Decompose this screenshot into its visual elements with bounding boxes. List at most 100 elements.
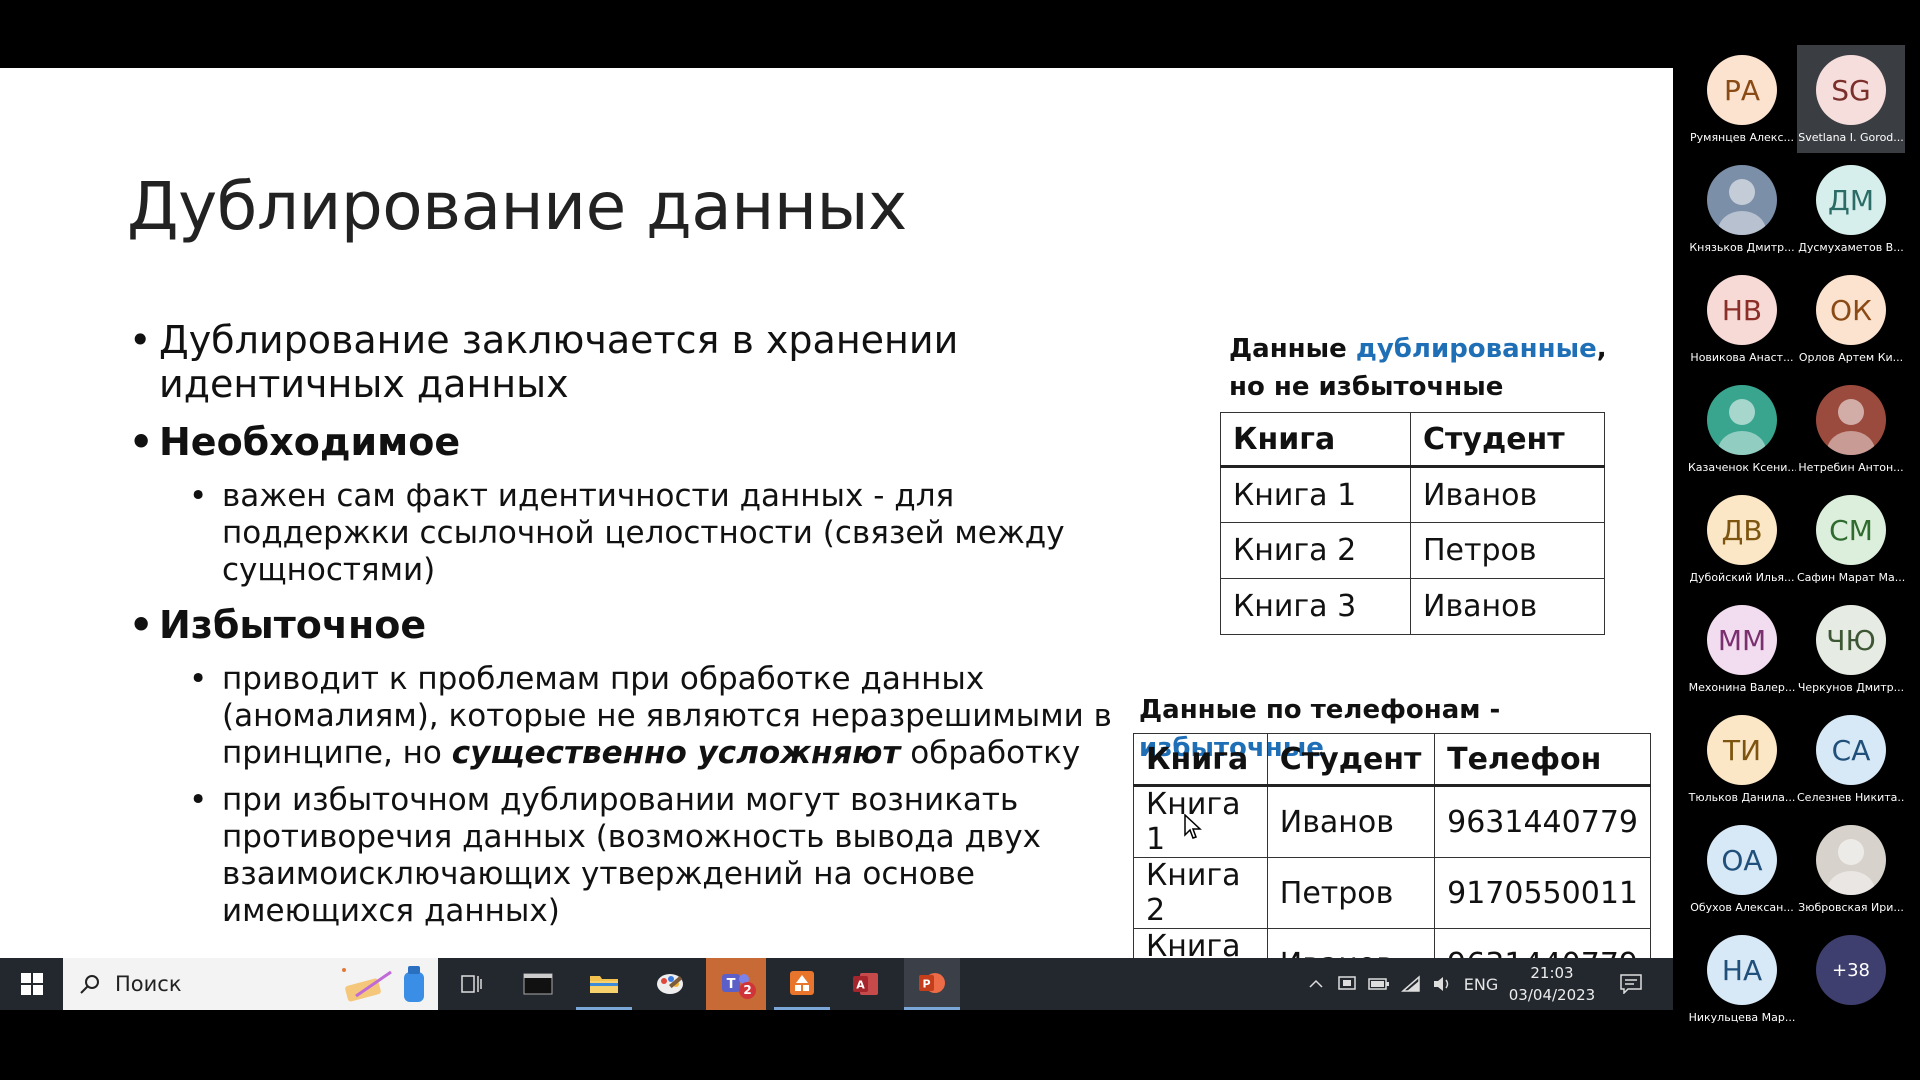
participant-tile[interactable]: ММ Мехонина Валер...	[1688, 595, 1796, 703]
participant-name: Тюльков Данила...	[1688, 791, 1796, 804]
participant-name: Сафин Марат Ма...	[1797, 571, 1905, 584]
taskbar-app-teams[interactable]: T 2	[706, 958, 766, 1010]
table2-cell: 9170550011	[1434, 857, 1651, 929]
participant-tile[interactable]: Нетребин Антон...	[1797, 375, 1905, 483]
participant-name: Svetlana I. Gorod...	[1798, 131, 1904, 144]
user-photo-icon	[1827, 399, 1875, 455]
chevron-up-icon	[1309, 979, 1323, 988]
table2-row: Книга 3 Иванов 9631440779	[1133, 928, 1651, 958]
participant-tile[interactable]: ОК Орлов Артем Ки...	[1797, 265, 1905, 373]
presentation-slide: Дублирование данных Дублирование заключа…	[0, 68, 1673, 958]
participant-name: Новикова Анаст...	[1690, 351, 1794, 364]
table1-cell: Иванов	[1410, 578, 1605, 635]
taskbar-search-box[interactable]: Поиск	[63, 958, 438, 1010]
access-icon: A	[853, 973, 878, 995]
participant-tile[interactable]: ДВ Дубойский Илья...	[1688, 485, 1796, 593]
table2-cell: Иванов	[1266, 785, 1436, 858]
participant-tile[interactable]: НВ Новикова Анаст...	[1688, 265, 1796, 373]
participant-tile[interactable]: ТИ Тюльков Данила...	[1688, 705, 1796, 813]
participant-avatar: SG	[1816, 55, 1886, 125]
clock-date: 03/04/2023	[1508, 986, 1596, 1004]
taskbar-app-powerpoint[interactable]: P	[904, 958, 960, 1010]
taskbar-app-paint[interactable]	[642, 958, 698, 1010]
tray-display-icon-button[interactable]	[1335, 958, 1359, 1010]
table1-header: Студент	[1410, 412, 1605, 468]
taskbar-app-terminal[interactable]	[510, 958, 566, 1010]
mouse-cursor-icon	[1184, 814, 1202, 839]
tray-clock[interactable]: 21:03 03/04/2023	[1502, 962, 1602, 1006]
table2-cell: 9631440779	[1434, 785, 1651, 858]
bullet-list: Дублирование заключается в хранении иден…	[127, 318, 1127, 940]
search-highlight-illustration-icon	[342, 966, 424, 1002]
search-icon	[80, 975, 99, 994]
tray-notifications-button[interactable]	[1616, 958, 1646, 1010]
table2-header: Телефон	[1434, 733, 1651, 787]
participant-avatar: СА	[1816, 715, 1886, 785]
taskbar-app-explorer[interactable]	[576, 958, 632, 1010]
table1-cell: Книга 3	[1220, 578, 1411, 635]
table2-cell: 9631440779	[1434, 928, 1651, 958]
participant-avatar	[1816, 385, 1886, 455]
paint-palette-icon	[657, 974, 683, 994]
participant-tile[interactable]: Казаченок Ксени...	[1688, 375, 1796, 483]
table1-row: Книга 1 Иванов	[1220, 466, 1605, 523]
search-placeholder: Поиск	[115, 972, 182, 996]
participant-name: Черкунов Дмитр...	[1797, 681, 1905, 694]
participant-tile[interactable]: СМ Сафин Марат Ма...	[1797, 485, 1905, 593]
participant-avatar: ДМ	[1816, 165, 1886, 235]
teams-notification-badge: 2	[739, 982, 756, 999]
participant-tile[interactable]: ДМ Дусмухаметов В...	[1797, 155, 1905, 263]
taskbar-app-access[interactable]: A	[838, 958, 894, 1010]
user-photo-icon	[1718, 179, 1766, 235]
participant-avatar	[1816, 825, 1886, 895]
participant-tile[interactable]: SG Svetlana I. Gorod...	[1797, 45, 1905, 153]
table2-cell: Книга 2	[1133, 857, 1268, 929]
tray-battery-button[interactable]	[1366, 958, 1392, 1010]
participant-avatar: НВ	[1707, 275, 1777, 345]
table-duplicated: Книга Студент Книга 1 Иванов Книга 2 Пет…	[1220, 412, 1605, 635]
participant-tile[interactable]: ОА Обухов Алексан...	[1688, 815, 1796, 923]
svg-text:A: A	[856, 979, 865, 992]
participant-name: Румянцев Алекс...	[1690, 131, 1794, 144]
table1-header: Книга	[1220, 412, 1411, 468]
participant-tile[interactable]: ЧЮ Черкунов Дмитр...	[1797, 595, 1905, 703]
task-view-button[interactable]	[449, 958, 493, 1010]
powerpoint-icon: P	[919, 972, 945, 993]
participant-tile[interactable]: РА Румянцев Алекс...	[1688, 45, 1796, 153]
more-participants-tile[interactable]: +38	[1797, 925, 1905, 1033]
wifi-icon	[1401, 975, 1420, 992]
tray-volume-button[interactable]	[1429, 958, 1455, 1010]
participant-name: Мехонина Валер...	[1688, 681, 1796, 694]
participant-name: Казаченок Ксени...	[1688, 461, 1796, 474]
table1-cell: Книга 1	[1220, 466, 1411, 523]
bullet-duplication: Дублирование заключается в хранении иден…	[127, 318, 1127, 406]
table1-cell: Книга 2	[1220, 522, 1411, 579]
table2-cell: Иванов	[1266, 928, 1436, 958]
participant-tile[interactable]: СА Селезнев Никита...	[1797, 705, 1905, 813]
display-icon	[1338, 976, 1356, 990]
notification-center-icon	[1620, 974, 1642, 994]
svg-text:P: P	[922, 977, 930, 990]
participant-tile[interactable]: НА Никульцева Мар...	[1688, 925, 1796, 1033]
participant-avatar: ОА	[1707, 825, 1777, 895]
windows-logo-icon	[20, 973, 43, 995]
windows-taskbar: Поиск T 2 A P ENG 21:03 03/04/2023	[0, 958, 1673, 1010]
participant-avatar: ТИ	[1707, 715, 1777, 785]
taskbar-app-orange[interactable]	[774, 958, 830, 1010]
participant-tile[interactable]: Зюбровская Ири...	[1797, 815, 1905, 923]
participant-avatar: ММ	[1707, 605, 1777, 675]
user-photo-icon	[1827, 839, 1875, 895]
bullet-necessary: Необходимое	[127, 420, 1127, 464]
sub-bullet-necessary: важен сам факт идентичности данных - для…	[189, 478, 1127, 589]
table2-header: Студент	[1266, 733, 1436, 787]
table-redundant: Книга Студент Телефон Книга 1 Иванов 963…	[1133, 733, 1651, 958]
tray-language[interactable]: ENG	[1461, 958, 1501, 1010]
start-button[interactable]	[0, 958, 63, 1010]
slide-title: Дублирование данных	[127, 168, 907, 245]
sub-bullet-redundant-1: приводит к проблемам при обработке данны…	[189, 661, 1127, 772]
participant-avatar: ДВ	[1707, 495, 1777, 565]
table2-row: Книга 1 Иванов 9631440779	[1133, 785, 1651, 858]
tray-show-hidden-icons[interactable]	[1305, 958, 1327, 1010]
participant-tile[interactable]: Князьков Дмитр...	[1688, 155, 1796, 263]
tray-wifi-button[interactable]	[1398, 958, 1424, 1010]
